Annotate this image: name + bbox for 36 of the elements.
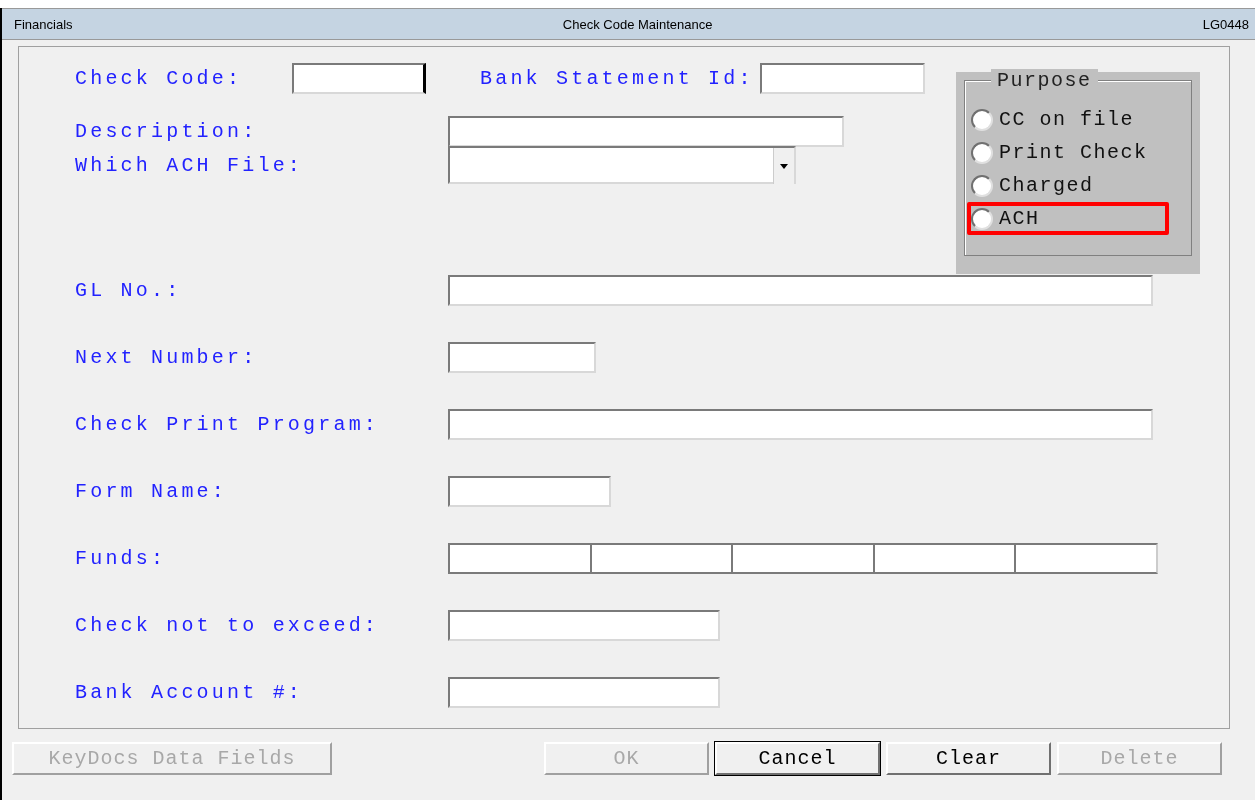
action-button[interactable]: Cancel [715, 742, 880, 775]
field-label: Description: [75, 119, 259, 143]
field-label: Which ACH File: [75, 153, 305, 177]
action-button[interactable]: Clear [886, 742, 1051, 775]
option-label[interactable]: ACH [999, 207, 1040, 230]
input-field[interactable] [448, 342, 596, 373]
input-field[interactable] [448, 275, 1153, 306]
field-label: Check Code: [75, 66, 244, 90]
field-label: Bank Account #: [75, 681, 305, 704]
group-title: Purpose [991, 69, 1098, 92]
field-label: GL No.: [75, 279, 183, 302]
window-title: Check Code Maintenance [562, 16, 713, 32]
input-field[interactable] [448, 677, 720, 708]
input-field[interactable] [448, 476, 611, 507]
input-field[interactable] [448, 409, 1153, 440]
radio-button[interactable] [971, 141, 993, 164]
radio-button[interactable] [971, 174, 993, 197]
option-label[interactable]: CC on file [999, 108, 1135, 131]
input-field[interactable] [448, 610, 720, 641]
radio-button[interactable] [971, 108, 993, 131]
radio-button[interactable] [971, 207, 993, 230]
field-label: Form Name: [75, 480, 229, 503]
dropdown-field[interactable] [448, 146, 796, 184]
field-label: Funds: [75, 547, 168, 570]
dropdown-arrow-icon[interactable] [773, 148, 794, 184]
option-label[interactable]: Charged [999, 174, 1094, 197]
screen-code: LG0448 [1202, 16, 1249, 32]
field-label: Next Number: [75, 346, 259, 369]
input-field[interactable] [292, 62, 426, 94]
field-label: Bank Statement Id: [480, 66, 754, 90]
input-field[interactable] [759, 62, 925, 94]
module-label: Financials [14, 16, 73, 32]
field-label: Check not to exceed: [75, 614, 381, 637]
input-field[interactable] [448, 115, 844, 147]
option-label[interactable]: Print Check [999, 141, 1148, 164]
field-label: Check Print Program: [75, 413, 381, 436]
